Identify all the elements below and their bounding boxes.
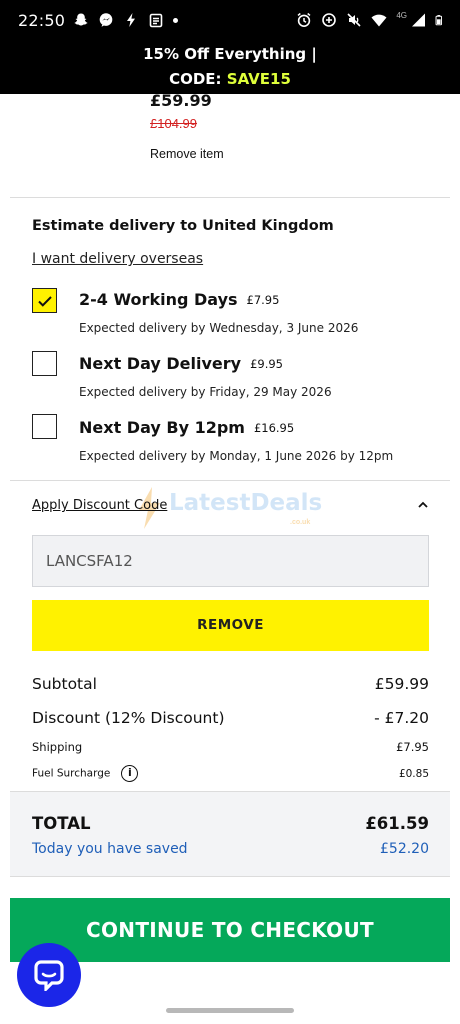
- fuel-surcharge-value: £0.85: [398, 767, 429, 780]
- delivery-option-next-day[interactable]: Next Day Delivery £9.95: [79, 354, 283, 373]
- delivery-option-expected: Expected delivery by Monday, 1 June 2026…: [79, 449, 394, 463]
- promo-banner[interactable]: 15% Off Everything | CODE: SAVE15: [0, 40, 460, 94]
- total-label: TOTAL: [32, 814, 91, 833]
- discount-code-toggle[interactable]: Apply Discount Code: [32, 498, 167, 513]
- subtotal-value: £59.99: [374, 675, 429, 693]
- delivery-option-checkbox-12pm[interactable]: [32, 414, 57, 439]
- promo-code-prefix: CODE:: [169, 70, 227, 88]
- messenger-icon: [99, 13, 113, 27]
- delivery-option-name: Next Day Delivery: [79, 354, 242, 373]
- remove-item-link[interactable]: Remove item: [150, 147, 224, 161]
- data-saver-icon: [322, 13, 337, 27]
- home-indicator[interactable]: [166, 1008, 294, 1013]
- delivery-option-checkbox-standard[interactable]: [32, 288, 57, 313]
- delivery-option-standard[interactable]: 2-4 Working Days £7.95: [79, 290, 279, 309]
- chevron-up-icon[interactable]: [416, 500, 430, 510]
- continue-to-checkout-button[interactable]: CONTINUE TO CHECKOUT: [10, 898, 450, 962]
- savings-row: Today you have saved £52.20: [32, 841, 429, 857]
- delivery-option-name: Next Day By 12pm: [79, 418, 245, 437]
- delivery-option-name: 2-4 Working Days: [79, 290, 238, 309]
- overseas-delivery-link[interactable]: I want delivery overseas: [32, 251, 203, 267]
- total-value: £61.59: [365, 814, 429, 833]
- shipping-label: Shipping: [32, 740, 83, 754]
- delivery-option-expected: Expected delivery by Wednesday, 3 June 2…: [79, 321, 359, 335]
- discount-label: Discount (12% Discount): [32, 709, 225, 727]
- wifi-icon: [371, 14, 387, 27]
- delivery-option-12pm[interactable]: Next Day By 12pm £16.95: [79, 418, 294, 437]
- discount-code-input[interactable]: LANCSFA12: [32, 535, 429, 587]
- discount-value: - £7.20: [374, 709, 429, 727]
- dot-icon: [173, 17, 179, 23]
- shipping-row: Shipping £7.95: [32, 740, 429, 754]
- watermark-subtext: .co.uk: [290, 519, 311, 526]
- checkmark-icon: [38, 296, 52, 307]
- promo-headline: 15% Off Everything |: [143, 45, 317, 63]
- snapchat-icon: [74, 13, 88, 26]
- delivery-option-checkbox-next-day[interactable]: [32, 351, 57, 376]
- mute-icon: [347, 13, 361, 27]
- delivery-option-price: £9.95: [250, 357, 284, 371]
- fuel-surcharge-label: Fuel Surcharge: [32, 767, 111, 780]
- subtotal-label: Subtotal: [32, 675, 97, 693]
- chat-icon: [34, 960, 64, 991]
- divider: [10, 480, 450, 481]
- notification-icons: [73, 12, 179, 28]
- item-price: £59.99: [150, 91, 212, 110]
- status-time: 22:50: [18, 10, 66, 30]
- item-was-price: £104.99: [150, 116, 197, 131]
- alarm-icon: [297, 12, 311, 28]
- divider: [10, 197, 450, 198]
- network-type-label: 4G: [396, 10, 407, 20]
- battery-icon: [435, 15, 443, 26]
- system-icons: 4G: [296, 10, 446, 28]
- clipboard-icon: [149, 13, 163, 28]
- fuel-surcharge-row: Fuel Surcharge i £0.85: [32, 765, 429, 782]
- discount-row: Discount (12% Discount) - £7.20: [32, 709, 429, 727]
- delivery-option-price: £16.95: [253, 421, 295, 435]
- total-panel: TOTAL £61.59 Today you have saved £52.20: [10, 791, 450, 877]
- remove-discount-button[interactable]: REMOVE: [32, 600, 429, 651]
- delivery-option-expected: Expected delivery by Friday, 29 May 2026: [79, 385, 332, 399]
- promo-code-line: CODE: SAVE15: [0, 70, 460, 88]
- promo-code: SAVE15: [226, 70, 291, 88]
- watermark-text: LatestDeals: [169, 490, 323, 516]
- info-icon[interactable]: i: [121, 765, 139, 782]
- signal-icon: [412, 13, 425, 27]
- shipping-value: £7.95: [396, 740, 429, 754]
- bolt-icon: [127, 13, 136, 27]
- status-bar: 22:50 4G: [0, 0, 460, 40]
- total-row: TOTAL £61.59: [32, 814, 429, 833]
- delivery-title: Estimate delivery to United Kingdom: [32, 218, 334, 234]
- savings-label: Today you have saved: [32, 841, 188, 857]
- savings-value: £52.20: [380, 841, 429, 857]
- live-chat-button[interactable]: [17, 943, 81, 1007]
- delivery-option-price: £7.95: [246, 293, 280, 307]
- fuel-surcharge-label-group: Fuel Surcharge i: [32, 765, 139, 782]
- subtotal-row: Subtotal £59.99: [32, 675, 429, 693]
